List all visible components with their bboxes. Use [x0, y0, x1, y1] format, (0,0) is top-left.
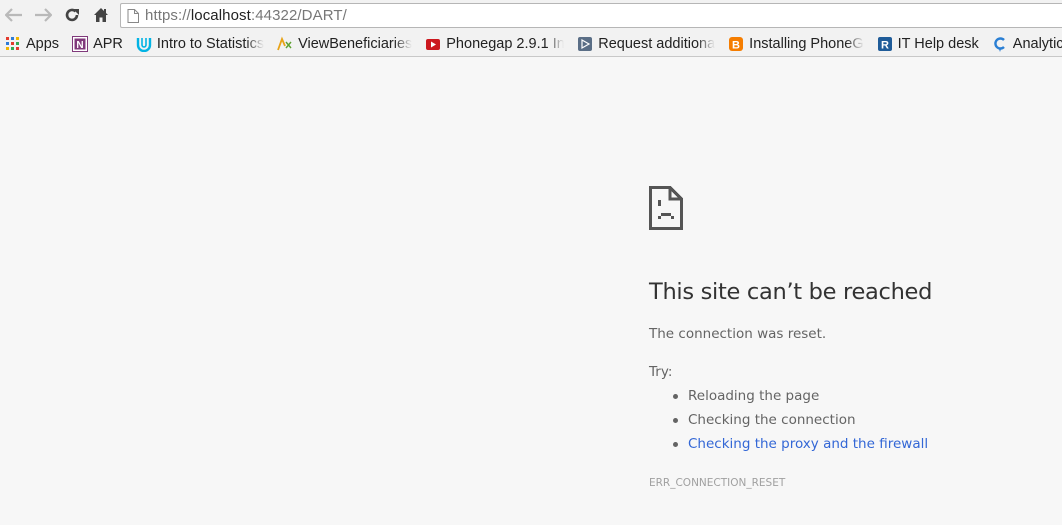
bookmarks-bar: Apps N APR Intro to Statistics ViewBenef…: [0, 31, 1062, 57]
suggestions-list: Reloading the page Checking the connecti…: [670, 388, 928, 460]
error-subtitle: The connection was reset.: [649, 326, 827, 342]
page-icon: [127, 8, 139, 23]
bookmark-intro-to-statistics[interactable]: Intro to Statistics: [131, 33, 265, 55]
suggestion-check-connection: Checking the connection: [670, 412, 928, 436]
bookmark-apps[interactable]: Apps: [0, 33, 59, 55]
bookmark-label: Analytics: [1012, 35, 1062, 52]
play-box-icon: [577, 36, 593, 52]
bookmark-phonegap[interactable]: Phonegap 2.9.1 In: [420, 33, 565, 55]
onenote-icon: N: [72, 35, 89, 52]
bookmark-apr[interactable]: N APR: [67, 33, 123, 55]
suggestion-reload: Reloading the page: [670, 388, 928, 412]
error-code: ERR_CONNECTION_RESET: [649, 477, 786, 489]
home-icon: [94, 8, 108, 22]
back-arrow-icon: [5, 8, 22, 22]
bookmark-label: Phonegap 2.9.1 In: [446, 35, 565, 52]
blogger-icon: B: [728, 36, 744, 52]
bookmark-it-help-desk[interactable]: R IT Help desk: [872, 33, 979, 55]
bookmark-analytics[interactable]: Analytics: [987, 33, 1062, 55]
bookmark-label: ViewBeneficiaries: [298, 35, 413, 52]
error-title: This site can’t be reached: [649, 279, 933, 305]
forward-arrow-icon: [35, 8, 52, 22]
bookmark-label: Intro to Statistics: [156, 35, 265, 52]
c-logo-icon: [992, 36, 1008, 52]
people-icon: [277, 36, 293, 52]
bookmark-label: Apps: [26, 35, 60, 52]
url-text[interactable]: https://localhost:44322/DART/: [145, 7, 347, 24]
back-button[interactable]: [3, 5, 25, 25]
try-label: Try:: [649, 364, 673, 380]
bookmark-label: Installing PhoneG: [749, 35, 864, 52]
address-bar[interactable]: https://localhost:44322/DART/: [120, 3, 1062, 28]
svg-text:N: N: [76, 40, 83, 51]
youtube-icon: [425, 36, 441, 52]
svg-text:B: B: [732, 39, 740, 51]
reload-button[interactable]: [61, 5, 83, 25]
page-content: This site can’t be reached The connectio…: [0, 58, 1062, 525]
reload-icon: [65, 8, 79, 22]
browser-toolbar: https://localhost:44322/DART/: [0, 0, 1062, 31]
bookmark-label: Request additiona: [598, 35, 716, 52]
bookmark-viewbeneficiaries[interactable]: ViewBeneficiaries: [272, 33, 413, 55]
url-scheme: https://: [145, 7, 191, 24]
forward-button[interactable]: [32, 5, 54, 25]
home-button[interactable]: [90, 5, 112, 25]
r-logo-icon: R: [877, 36, 893, 52]
bookmark-request-additional[interactable]: Request additiona: [572, 33, 715, 55]
udacity-icon: [136, 36, 152, 52]
bookmark-label: APR: [93, 35, 123, 52]
bookmark-label: IT Help desk: [897, 35, 979, 52]
sad-page-icon: [649, 186, 683, 230]
suggestion-check-proxy-link[interactable]: Checking the proxy and the firewall: [670, 436, 928, 460]
apps-grid-icon: [5, 36, 21, 52]
svg-text:R: R: [881, 39, 889, 51]
bookmark-installing-phonegap[interactable]: B Installing PhoneG: [723, 33, 864, 55]
url-path: :44322/DART/: [250, 7, 347, 24]
url-host: localhost: [190, 7, 251, 24]
